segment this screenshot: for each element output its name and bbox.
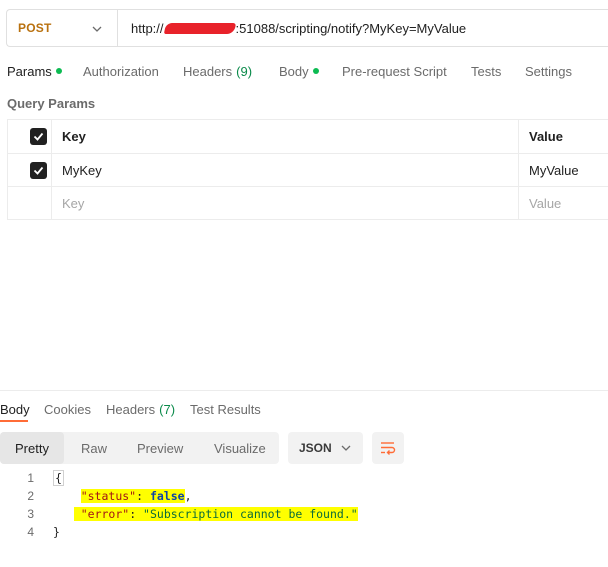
response-divider — [0, 390, 608, 391]
tab-label: Headers — [106, 402, 156, 417]
tab-params[interactable]: Params — [7, 64, 62, 79]
tab-label: Tests — [471, 64, 502, 79]
code-text: } — [53, 523, 60, 541]
json-key: "error" — [80, 507, 130, 521]
url-prefix: http:// — [131, 20, 164, 36]
status-dot-icon — [55, 67, 62, 74]
table-row-new: Key Value — [8, 187, 608, 220]
url-redaction — [163, 22, 236, 34]
select-all-cell — [8, 120, 52, 153]
code-text: { — [53, 469, 64, 487]
format-toggle-group: Pretty Raw Preview Visualize — [0, 432, 279, 464]
response-tabs: Body Cookies Headers (7) Test Results — [0, 401, 608, 422]
row-check-cell — [8, 187, 52, 219]
tab-label: Pre-request Script — [342, 64, 447, 79]
highlighted-text: "status": false — [80, 489, 185, 503]
tab-tests[interactable]: Tests — [471, 64, 501, 79]
tab-response-cookies[interactable]: Cookies — [44, 402, 91, 417]
chevron-down-icon — [341, 445, 351, 451]
tab-label: Settings — [525, 64, 572, 79]
code-line: 1 { — [0, 469, 608, 487]
code-line: 3 "error": "Subscription cannot be found… — [0, 505, 608, 523]
code-text: "error": "Subscription cannot be found." — [53, 505, 358, 523]
raw-button[interactable]: Raw — [81, 432, 107, 464]
request-url-bar: POST http:// :51088/scripting/notify?MyK… — [6, 9, 608, 47]
wrap-lines-icon — [381, 442, 396, 455]
column-header-key: Key — [62, 129, 86, 144]
close-brace: } — [53, 525, 60, 539]
json-string: "Subscription cannot be found." — [143, 507, 358, 521]
tab-response-headers[interactable]: Headers (7) — [106, 402, 175, 417]
tab-response-body[interactable]: Body — [0, 402, 30, 417]
preview-button[interactable]: Preview — [137, 432, 183, 464]
line-number: 2 — [27, 489, 34, 503]
query-params-table: Key Value MyKey MyValue Key Value — [7, 119, 608, 220]
tab-label: Authorization — [83, 64, 159, 79]
highlighted-text: "error": "Subscription cannot be found." — [73, 507, 358, 521]
tab-label: Headers — [183, 64, 233, 79]
status-dot-icon — [312, 67, 319, 74]
line-number: 4 — [27, 525, 34, 539]
param-value[interactable]: MyValue — [518, 154, 608, 186]
tab-test-results[interactable]: Test Results — [190, 402, 261, 417]
chevron-down-icon — [92, 26, 102, 32]
request-tabs: Params Authorization Headers (9) Body Pre… — [0, 62, 608, 84]
code-line: 2 "status": false, — [0, 487, 608, 505]
language-select[interactable]: JSON — [288, 432, 363, 464]
tab-headers[interactable]: Headers (9) — [183, 64, 252, 79]
line-number: 3 — [27, 507, 34, 521]
json-boolean: false — [149, 489, 185, 503]
visualize-button[interactable]: Visualize — [214, 432, 266, 464]
param-key[interactable]: MyKey — [62, 154, 102, 186]
url-suffix: :51088/scripting/notify?MyKey=MyValue — [235, 20, 467, 36]
code-line: 4 } — [0, 523, 608, 541]
new-param-value-input[interactable]: Value — [518, 187, 608, 219]
line-number: 1 — [27, 471, 34, 485]
table-row: MyKey MyValue — [8, 154, 608, 187]
tab-label: Cookies — [44, 402, 91, 417]
row-check-cell — [8, 154, 52, 186]
tab-count: (7) — [159, 402, 176, 417]
wrap-lines-button[interactable] — [372, 432, 404, 464]
tab-settings[interactable]: Settings — [525, 64, 572, 79]
pretty-button[interactable]: Pretty — [0, 432, 64, 464]
method-select[interactable]: POST — [7, 10, 118, 46]
tab-label: Test Results — [190, 402, 261, 417]
tab-pre-request-script[interactable]: Pre-request Script — [342, 64, 447, 79]
code-text: "status": false, — [80, 489, 192, 503]
tab-label: Body — [279, 64, 309, 79]
method-label: POST — [18, 21, 52, 35]
active-tab-underline — [0, 420, 28, 422]
checkbox-checked-icon[interactable] — [30, 162, 47, 179]
tab-body[interactable]: Body — [279, 64, 319, 79]
table-header-row: Key Value — [8, 120, 608, 154]
json-key: "status" — [80, 489, 137, 503]
tab-count: (9) — [236, 64, 253, 79]
query-params-title: Query Params — [7, 96, 96, 111]
tab-label: Body — [0, 402, 30, 417]
new-param-key-input[interactable]: Key — [62, 187, 84, 219]
tab-authorization[interactable]: Authorization — [83, 64, 159, 79]
open-brace: { — [53, 470, 64, 486]
response-body-editor[interactable]: 1 { 2 "status": false, 3 "error": "Subsc… — [0, 469, 608, 541]
column-header-value: Value — [518, 120, 608, 153]
url-input[interactable]: http:// :51088/scripting/notify?MyKey=My… — [118, 21, 466, 36]
checkbox-checked-icon[interactable] — [30, 128, 47, 145]
tab-label: Params — [7, 64, 52, 79]
language-select-label: JSON — [299, 441, 332, 455]
